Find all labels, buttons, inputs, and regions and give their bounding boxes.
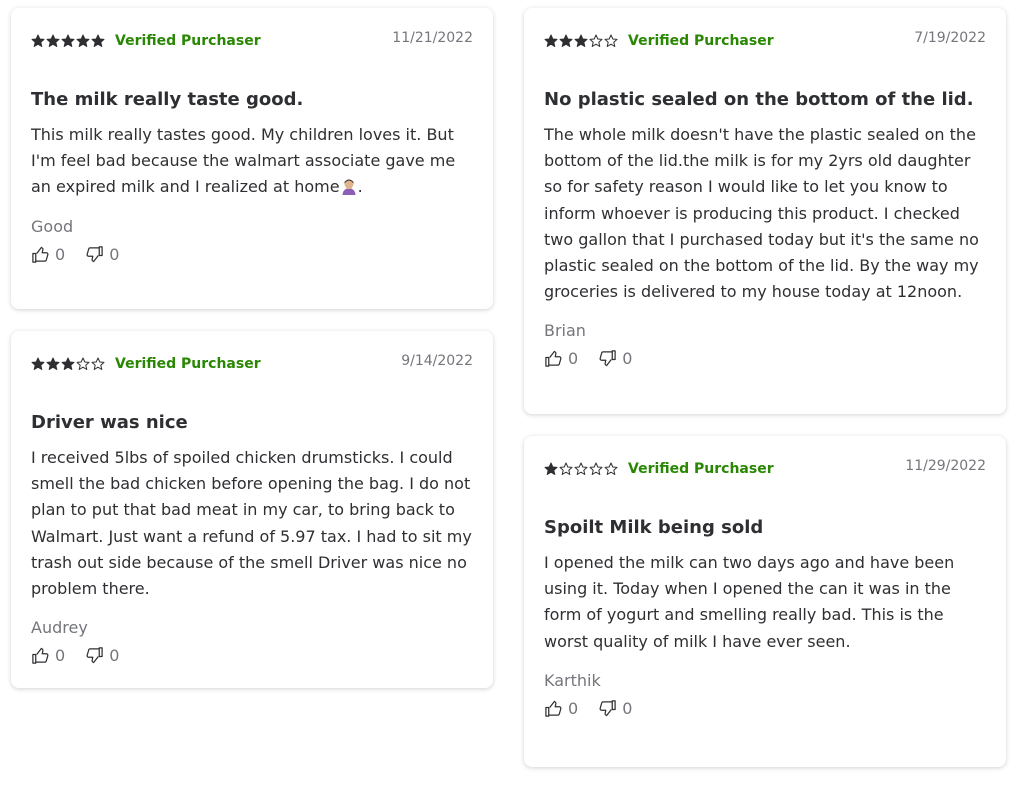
review-body-text: I opened the milk can two days ago and h… (544, 553, 955, 651)
star-rating (31, 34, 105, 48)
reviews-column-right: Verified Purchaser 7/19/2022 No plastic … (524, 8, 1006, 789)
thumbs-up-icon (545, 351, 562, 368)
review-author: Audrey (31, 618, 88, 638)
star-empty-icon (589, 462, 603, 475)
star-empty-icon (589, 34, 603, 47)
not-helpful-count: 0 (109, 646, 120, 666)
verified-purchaser-badge: Verified Purchaser (115, 356, 261, 372)
helpful-count: 0 (55, 646, 66, 666)
review-author: Brian (544, 321, 586, 341)
not-helpful-button[interactable]: 0 (598, 349, 632, 368)
thumbs-down-icon (86, 647, 103, 664)
star-filled-icon (61, 357, 75, 370)
review-card: Verified Purchaser 11/21/2022 The milk r… (11, 8, 493, 309)
star-rating (544, 462, 618, 476)
thumbs-down-icon (599, 350, 616, 367)
helpful-button[interactable]: 0 (31, 245, 65, 264)
not-helpful-count: 0 (622, 349, 633, 369)
person-facepalming-icon (342, 179, 356, 196)
review-date: 7/19/2022 (914, 30, 986, 46)
review-title: Driver was nice (31, 412, 188, 433)
not-helpful-button[interactable]: 0 (598, 699, 632, 718)
review-body: The whole milk doesn't have the plastic … (544, 122, 986, 305)
review-author: Karthik (544, 670, 601, 690)
star-filled-icon (31, 357, 45, 370)
star-empty-icon (604, 34, 618, 47)
review-date: 9/14/2022 (401, 353, 473, 369)
star-filled-icon (574, 34, 588, 47)
not-helpful-count: 0 (109, 244, 120, 264)
not-helpful-button[interactable]: 0 (85, 646, 119, 665)
thumbs-up-icon (545, 700, 562, 717)
helpful-button[interactable]: 0 (544, 349, 578, 368)
review-date: 11/29/2022 (905, 458, 986, 474)
review-body: This milk really tastes good. My childre… (31, 122, 473, 201)
star-filled-icon (559, 34, 573, 47)
review-body-suffix: . (357, 177, 363, 197)
helpful-button[interactable]: 0 (31, 646, 65, 665)
review-card: Verified Purchaser 9/14/2022 Driver was … (11, 331, 493, 688)
star-rating (544, 34, 618, 48)
thumbs-up-icon (32, 647, 49, 664)
star-empty-icon (604, 462, 618, 475)
verified-purchaser-badge: Verified Purchaser (628, 461, 774, 477)
review-body-text: This milk really tastes good. My childre… (31, 125, 456, 197)
review-card: Verified Purchaser 11/29/2022 Spoilt Mil… (524, 436, 1006, 767)
star-filled-icon (31, 34, 45, 47)
review-body: I opened the milk can two days ago and h… (544, 550, 986, 655)
review-body: I received 5lbs of spoiled chicken drums… (31, 445, 473, 602)
review-date: 11/21/2022 (392, 30, 473, 46)
review-votes: 0 0 (544, 349, 986, 368)
review-votes: 0 0 (31, 646, 473, 665)
star-empty-icon (76, 357, 90, 370)
review-card: Verified Purchaser 7/19/2022 No plastic … (524, 8, 1006, 414)
star-filled-icon (544, 34, 558, 47)
not-helpful-count: 0 (622, 698, 633, 718)
review-body-text: I received 5lbs of spoiled chicken drums… (31, 448, 472, 599)
star-filled-icon (46, 357, 60, 370)
review-votes: 0 0 (544, 699, 986, 718)
star-rating (31, 357, 105, 371)
helpful-count: 0 (568, 349, 579, 369)
helpful-count: 0 (568, 698, 579, 718)
reviews-column-left: Verified Purchaser 11/21/2022 The milk r… (11, 8, 493, 710)
star-empty-icon (559, 462, 573, 475)
review-title: Spoilt Milk being sold (544, 517, 764, 538)
star-filled-icon (544, 462, 558, 475)
helpful-count: 0 (55, 244, 66, 264)
not-helpful-button[interactable]: 0 (85, 245, 119, 264)
review-title: No plastic sealed on the bottom of the l… (544, 89, 974, 110)
verified-purchaser-badge: Verified Purchaser (115, 33, 261, 49)
thumbs-down-icon (86, 245, 103, 262)
star-filled-icon (61, 34, 75, 47)
thumbs-up-icon (32, 246, 49, 263)
review-votes: 0 0 (31, 245, 473, 264)
star-empty-icon (91, 357, 105, 370)
star-empty-icon (574, 462, 588, 475)
review-title: The milk really taste good. (31, 89, 304, 110)
verified-purchaser-badge: Verified Purchaser (628, 33, 774, 49)
helpful-button[interactable]: 0 (544, 699, 578, 718)
star-filled-icon (76, 34, 90, 47)
star-filled-icon (46, 34, 60, 47)
review-body-text: The whole milk doesn't have the plastic … (544, 125, 979, 302)
thumbs-down-icon (599, 700, 616, 717)
star-filled-icon (91, 34, 105, 47)
review-author: Good (31, 216, 74, 236)
